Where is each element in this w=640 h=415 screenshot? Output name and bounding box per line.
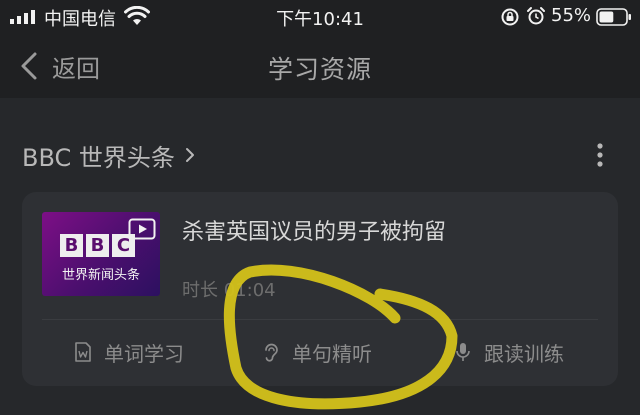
bbc-logo: B B C [60, 234, 135, 257]
divider [42, 319, 598, 320]
logo-letter: B [86, 234, 109, 257]
rotation-lock-icon [501, 8, 519, 26]
logo-letter: B [60, 234, 83, 257]
vocab-study-button[interactable]: 单词学习 [72, 337, 184, 367]
duration-label: 时长 01:04 [182, 280, 276, 301]
battery-icon [596, 8, 631, 26]
section-title: BBC 世界头条 [22, 143, 175, 172]
ear-icon [265, 343, 278, 362]
word-document-icon [75, 342, 91, 362]
article-title[interactable]: 杀害英国议员的男子被拘留 [182, 214, 446, 246]
resource-card[interactable]: B B C 世界新闻头条 杀害英国议员的男子被拘留 时长 01:04 单词学习 … [22, 192, 618, 386]
more-options-icon[interactable] [590, 140, 610, 170]
read-along-button[interactable]: 跟读训练 [452, 337, 564, 367]
status-bar: 中国电信 下午10:41 55% [0, 0, 640, 34]
section-header[interactable]: BBC 世界头条 [22, 138, 197, 172]
vocab-study-label: 单词学习 [104, 341, 184, 366]
logo-letter: C [112, 234, 135, 257]
page-title: 学习资源 [267, 55, 372, 84]
battery-percent: 55% [551, 5, 592, 26]
microphone-icon [456, 343, 470, 361]
navigation-bar: 返回 学习资源 [0, 34, 640, 98]
sentence-listening-label: 单句精听 [292, 341, 372, 366]
alarm-icon [527, 7, 545, 25]
thumbnail-caption: 世界新闻头条 [61, 268, 140, 283]
chevron-right-icon [185, 148, 194, 162]
sentence-listening-button[interactable]: 单句精听 [260, 337, 372, 367]
thumbnail[interactable]: B B C 世界新闻头条 [42, 212, 160, 296]
read-along-label: 跟读训练 [484, 341, 564, 366]
